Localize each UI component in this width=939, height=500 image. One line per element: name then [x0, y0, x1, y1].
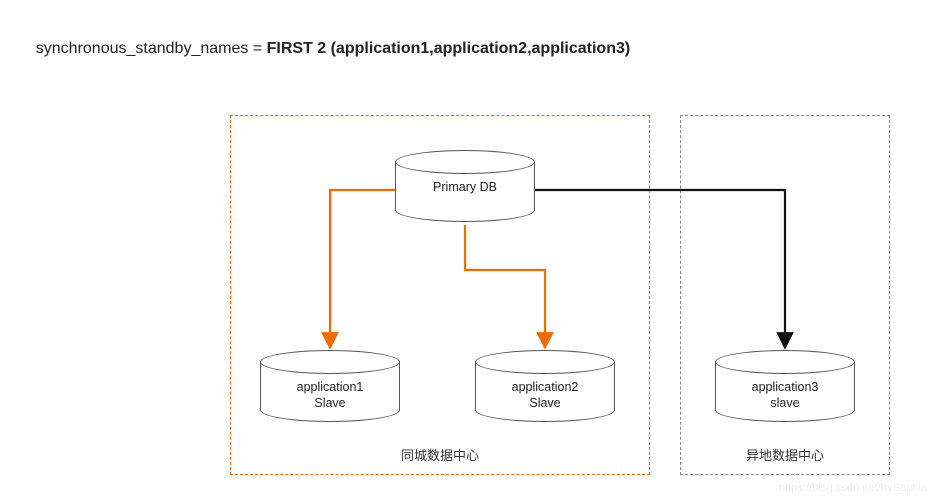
app2-name: application2 [512, 380, 579, 394]
primary-db-label: Primary DB [395, 180, 535, 196]
app3-name: application3 [752, 380, 819, 394]
app2-slave: application2 Slave [475, 350, 615, 425]
config-title: synchronous_standby_names = FIRST 2 (app… [18, 22, 630, 76]
app3-slave-label: application3 slave [715, 380, 855, 411]
app1-name: application1 [297, 380, 364, 394]
app1-role: Slave [314, 396, 345, 410]
local-datacenter-label: 同城数据中心 [231, 445, 649, 464]
cylinder-top [260, 350, 400, 374]
config-prefix: synchronous_standby_names = [36, 40, 267, 57]
app1-slave: application1 Slave [260, 350, 400, 425]
app2-slave-label: application2 Slave [475, 380, 615, 411]
remote-datacenter-label: 异地数据中心 [681, 445, 889, 464]
app1-slave-label: application1 Slave [260, 380, 400, 411]
diagram-root: synchronous_standby_names = FIRST 2 (app… [0, 0, 939, 500]
app2-role: Slave [529, 396, 560, 410]
cylinder-top [715, 350, 855, 374]
watermark-text: https://blog.csdn.net/trySophia [779, 482, 927, 494]
cylinder-top [395, 150, 535, 174]
cylinder-top [475, 350, 615, 374]
app3-slave: application3 slave [715, 350, 855, 425]
config-value: FIRST 2 (application1,application2,appli… [267, 40, 631, 57]
app3-role: slave [770, 396, 799, 410]
primary-db: Primary DB [395, 150, 535, 225]
